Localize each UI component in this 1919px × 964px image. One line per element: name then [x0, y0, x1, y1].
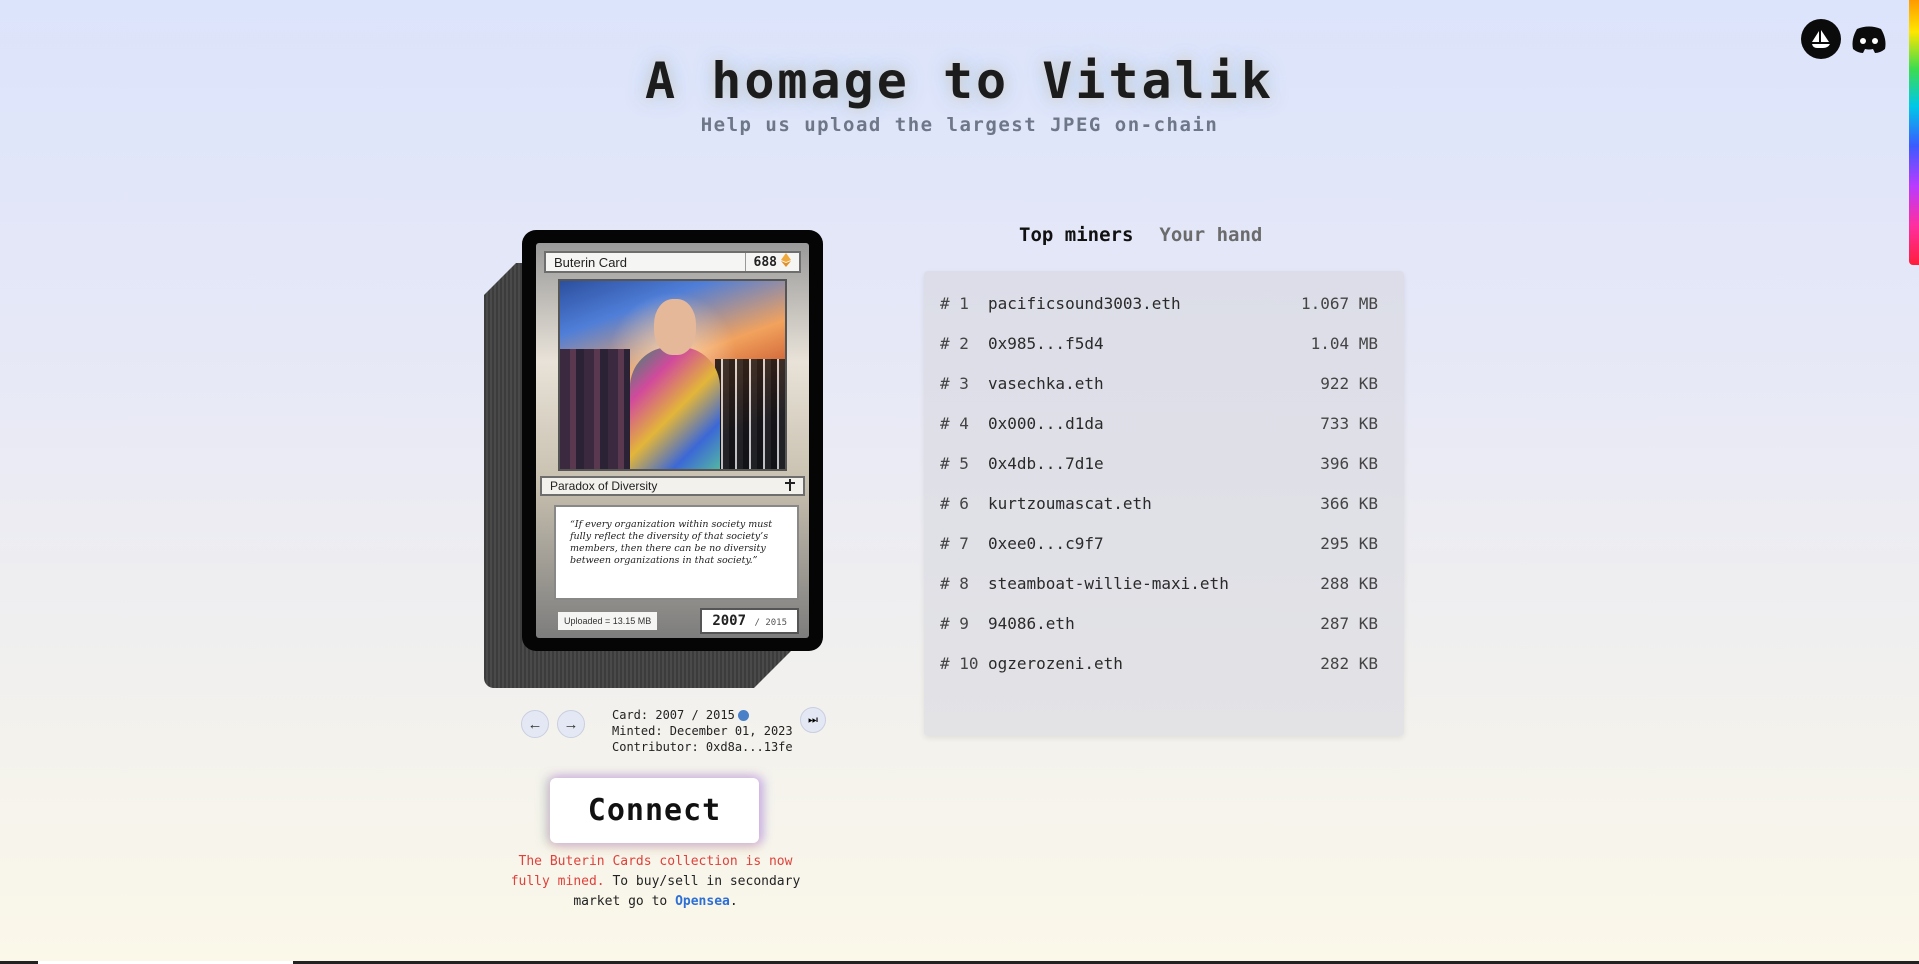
card-quote: “If every organization within society mu…: [554, 505, 799, 600]
rank: # 8: [940, 573, 969, 593]
connect-button[interactable]: Connect: [550, 778, 759, 843]
card-number: 2007 / 2015: [700, 608, 799, 634]
card-type-label: Paradox of Diversity: [550, 479, 658, 493]
mined-size: 396 KB: [1320, 453, 1378, 473]
mined-size: 288 KB: [1320, 573, 1378, 593]
mined-notice: The Buterin Cards collection is now full…: [508, 852, 803, 912]
vitalik-portrait: [630, 299, 720, 469]
card-header: Buterin Card 688: [544, 251, 801, 273]
opensea-link[interactable]: Opensea: [675, 894, 730, 909]
rank: # 5: [940, 453, 969, 473]
rank: # 2: [940, 333, 969, 353]
skip-to-end-icon[interactable]: ⏭: [800, 707, 826, 733]
miner-name: 0xee0...c9f7: [988, 533, 1104, 553]
rank: # 3: [940, 373, 969, 393]
mined-size: 922 KB: [1320, 373, 1378, 393]
table-row[interactable]: # 9 94086.eth 287 KB: [940, 603, 1378, 643]
miner-name: ogzerozeni.eth: [988, 653, 1123, 673]
rank: # 1: [940, 293, 969, 313]
miner-name: kurtzoumascat.eth: [988, 493, 1152, 513]
miner-name: vasechka.eth: [988, 373, 1104, 393]
minted-date: Minted: December 01, 2023: [612, 724, 793, 738]
card-uploaded: Uploaded = 13.15 MB: [558, 612, 658, 630]
table-row[interactable]: # 4 0x000...d1da 733 KB: [940, 403, 1378, 443]
miner-name: steamboat-willie-maxi.eth: [988, 573, 1229, 593]
rank: # 4: [940, 413, 969, 433]
mined-size: 733 KB: [1320, 413, 1378, 433]
card-cost-value: 688: [753, 254, 777, 270]
card-number-value: 2007: [712, 613, 747, 629]
cross-icon: [785, 478, 795, 494]
mined-size: 287 KB: [1320, 613, 1378, 633]
miner-name: 0x985...f5d4: [988, 333, 1104, 353]
table-row[interactable]: # 8 steamboat-willie-maxi.eth 288 KB: [940, 563, 1378, 603]
card-stack: Buterin Card 688 Paradox of Diversity “I…: [484, 230, 823, 690]
buterin-card[interactable]: Buterin Card 688 Paradox of Diversity “I…: [522, 230, 823, 651]
mined-size: 1.067 MB: [1300, 293, 1378, 313]
table-row[interactable]: # 7 0xee0...c9f7 295 KB: [940, 523, 1378, 563]
ethereum-icon: [737, 710, 749, 721]
prev-arrow-icon[interactable]: ←: [521, 710, 549, 738]
card-navigation: ← →: [521, 710, 585, 738]
mined-size: 282 KB: [1320, 653, 1378, 673]
mined-size: 366 KB: [1320, 493, 1378, 513]
miner-name: 0x4db...7d1e: [988, 453, 1104, 473]
table-row[interactable]: # 2 0x985...f5d4 1.04 MB: [940, 323, 1378, 363]
rank: # 10: [940, 653, 979, 673]
contributor: Contributor: 0xd8a...13fe: [612, 740, 793, 754]
rank: # 6: [940, 493, 969, 513]
table-row[interactable]: # 6 kurtzoumascat.eth 366 KB: [940, 483, 1378, 523]
hero: A homage to Vitalik Help us upload the l…: [0, 52, 1919, 136]
miner-name: pacificsound3003.eth: [988, 293, 1181, 313]
eth-icon: [781, 253, 791, 271]
notice-end: .: [729, 894, 738, 909]
card-name: Buterin Card: [554, 254, 627, 270]
tabs: Top miners Your hand: [1019, 224, 1262, 246]
card-cost: 688: [744, 253, 791, 271]
card-portrait: [558, 279, 787, 471]
next-arrow-icon[interactable]: →: [557, 710, 585, 738]
city-illustration: [560, 349, 630, 469]
page-subtitle: Help us upload the largest JPEG on-chain: [700, 114, 1219, 136]
tab-top-miners[interactable]: Top miners: [1019, 224, 1133, 246]
mined-size: 295 KB: [1320, 533, 1378, 553]
table-row[interactable]: # 5 0x4db...7d1e 396 KB: [940, 443, 1378, 483]
rank: # 9: [940, 613, 969, 633]
table-row[interactable]: # 3 vasechka.eth 922 KB: [940, 363, 1378, 403]
page-title: A homage to Vitalik: [645, 52, 1274, 110]
card-meta: Card: 2007 / 2015 Minted: December 01, 2…: [612, 707, 793, 755]
card-type-line: Paradox of Diversity: [540, 476, 805, 496]
card-index: Card: 2007 / 2015: [612, 708, 735, 722]
card-footer: Uploaded = 13.15 MB 2007 / 2015: [558, 606, 799, 636]
miner-name: 94086.eth: [988, 613, 1075, 633]
card-frame: Buterin Card 688 Paradox of Diversity “I…: [536, 243, 809, 638]
forest-illustration: [715, 359, 785, 469]
mined-size: 1.04 MB: [1310, 333, 1378, 353]
leaderboard: # 1 pacificsound3003.eth 1.067 MB # 2 0x985…: [924, 271, 1404, 736]
card-number-total: / 2015: [754, 618, 787, 628]
miner-name: 0x000...d1da: [988, 413, 1104, 433]
tab-your-hand[interactable]: Your hand: [1159, 224, 1262, 246]
table-row[interactable]: # 10 ogzerozeni.eth 282 KB: [940, 643, 1378, 683]
table-row[interactable]: # 1 pacificsound3003.eth 1.067 MB: [940, 283, 1378, 323]
rank: # 7: [940, 533, 969, 553]
